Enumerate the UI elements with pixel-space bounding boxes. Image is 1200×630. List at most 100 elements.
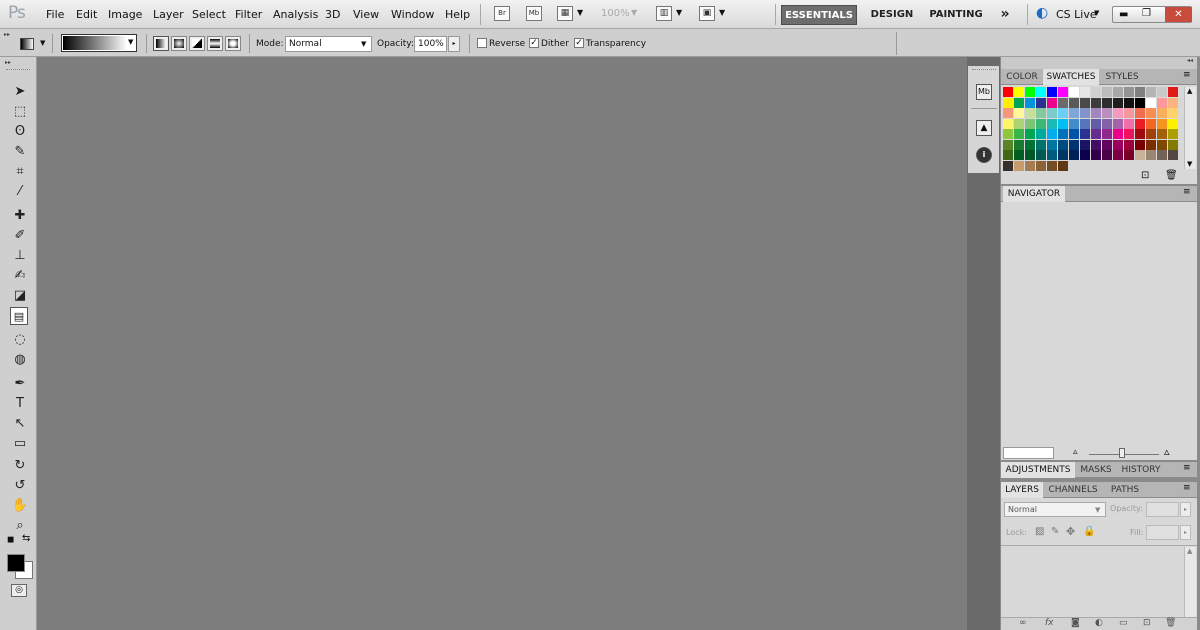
color-swatch[interactable] [1058,139,1068,150]
color-swatch[interactable] [1003,87,1013,97]
color-swatch[interactable] [1036,129,1046,139]
color-swatch[interactable] [1124,139,1134,150]
color-swatch[interactable] [1025,87,1035,97]
color-swatch[interactable] [1003,150,1013,160]
marquee-tool-icon[interactable]: ⬚ [11,103,29,121]
reflected-gradient-icon[interactable] [207,36,223,51]
color-swatch[interactable] [1036,97,1046,108]
color-swatch[interactable] [1069,118,1079,129]
color-swatch[interactable] [1168,87,1178,97]
panel-menu-icon[interactable]: ≡ [1183,483,1191,493]
color-swatch[interactable] [1157,139,1167,150]
color-swatch[interactable] [1036,139,1046,150]
color-swatch[interactable] [1014,129,1024,139]
color-swatch[interactable] [1047,160,1057,171]
layer-opacity-input[interactable] [1146,502,1179,517]
trash-icon[interactable]: 🗑 [1165,170,1178,181]
color-swatch[interactable] [1113,150,1123,160]
color-swatch[interactable] [1025,150,1035,160]
chevron-down-icon[interactable]: ▼ [1094,9,1099,17]
scroll-up-icon[interactable]: ▲ [1187,87,1192,95]
scroll-up-icon[interactable]: ▲ [1187,547,1192,555]
layers-scrollbar[interactable]: ▲ [1184,547,1196,617]
layer-style-icon[interactable]: fx [1045,618,1054,628]
color-swatch[interactable] [1047,97,1057,108]
eraser-tool-icon[interactable]: ◪ [11,287,29,305]
color-swatch[interactable] [1080,118,1090,129]
color-swatch[interactable] [1102,139,1112,150]
color-swatch[interactable] [1058,118,1068,129]
transparency-checkbox[interactable]: ✓ [574,38,584,48]
color-swatch[interactable] [1047,150,1057,160]
color-swatch[interactable] [1080,150,1090,160]
menu-help[interactable]: Help [445,8,470,21]
new-swatch-icon[interactable]: ⊡ [1141,170,1149,181]
gradient-tool-icon[interactable]: ▤ [10,307,28,325]
mini-bridge-icon[interactable]: Mb [526,6,542,21]
color-swatch[interactable] [1014,87,1024,97]
tab-masks[interactable]: MASKS [1077,462,1115,478]
color-swatch[interactable] [1124,108,1134,118]
crop-tool-icon[interactable]: ⌗ [11,163,29,181]
color-swatch[interactable] [1003,160,1013,171]
type-tool-icon[interactable]: T [11,395,29,413]
arrange-documents-icon[interactable]: ▥ [656,6,672,21]
color-swatch[interactable] [1080,108,1090,118]
color-swatch[interactable] [1168,97,1178,108]
pen-tool-icon[interactable]: ✒ [11,375,29,393]
color-swatch[interactable] [1135,118,1145,129]
workspace-painting[interactable]: PAINTING [925,5,987,25]
color-swatch[interactable] [1036,87,1046,97]
color-swatch[interactable] [1168,150,1178,160]
menu-file[interactable]: File [46,8,64,21]
color-swatch[interactable] [1025,129,1035,139]
menu-window[interactable]: Window [391,8,434,21]
tab-layers[interactable]: LAYERS [1001,482,1043,498]
color-swatch[interactable] [1124,87,1134,97]
cs-live-button[interactable]: CS Live [1056,8,1097,21]
workspace-essentials[interactable]: ESSENTIALS [781,5,857,25]
tab-swatches[interactable]: SWATCHES [1043,69,1099,85]
gradient-picker[interactable]: ▼ [61,34,137,52]
move-tool-icon[interactable]: ➤ [11,83,29,101]
lasso-tool-icon[interactable]: ʘ [11,123,29,141]
scroll-down-icon[interactable]: ▼ [1187,160,1192,168]
color-swatch[interactable] [1124,97,1134,108]
3d-rotate-tool-icon[interactable]: ↻ [11,457,29,475]
color-swatch[interactable] [1091,87,1101,97]
color-swatch[interactable] [1135,139,1145,150]
3d-orbit-tool-icon[interactable]: ↺ [11,477,29,495]
menu-layer[interactable]: Layer [153,8,184,21]
color-swatch[interactable] [1014,97,1024,108]
color-swatch[interactable] [1146,87,1156,97]
color-swatch[interactable] [1113,87,1123,97]
color-swatch[interactable] [1124,118,1134,129]
layer-fill-slider-button[interactable]: ▸ [1180,525,1191,540]
panel-menu-icon[interactable]: ≡ [1183,187,1191,197]
color-swatch[interactable] [1146,108,1156,118]
color-swatch[interactable] [1113,129,1123,139]
minimize-icon[interactable]: ▬ [1119,9,1128,20]
chevron-down-icon[interactable]: ▼ [40,39,45,47]
color-swatch[interactable] [1135,87,1145,97]
color-swatch[interactable] [1168,139,1178,150]
tab-channels[interactable]: CHANNELS [1045,482,1101,498]
chevron-down-icon[interactable]: ▼ [719,8,725,17]
hand-tool-icon[interactable]: ✋ [11,497,29,515]
close-icon[interactable]: ✕ [1165,7,1192,22]
layer-blend-mode-select[interactable]: Normal ▼ [1004,502,1106,517]
mini-bridge-panel-icon[interactable]: Mb [976,84,992,100]
tab-color[interactable]: COLOR [1003,69,1041,85]
color-swatch[interactable] [1025,108,1035,118]
color-swatch[interactable] [1080,139,1090,150]
color-swatch[interactable] [1168,129,1178,139]
new-group-icon[interactable]: ▭ [1119,618,1128,628]
zoom-in-icon[interactable]: ▵ [1164,445,1170,458]
zoom-level[interactable]: 100% [601,8,630,19]
color-swatch[interactable] [1069,139,1079,150]
color-swatch[interactable] [1014,139,1024,150]
info-panel-icon[interactable]: i [976,147,992,163]
color-swatch[interactable] [1091,139,1101,150]
tab-styles[interactable]: STYLES [1101,69,1143,85]
color-swatch[interactable] [1113,118,1123,129]
